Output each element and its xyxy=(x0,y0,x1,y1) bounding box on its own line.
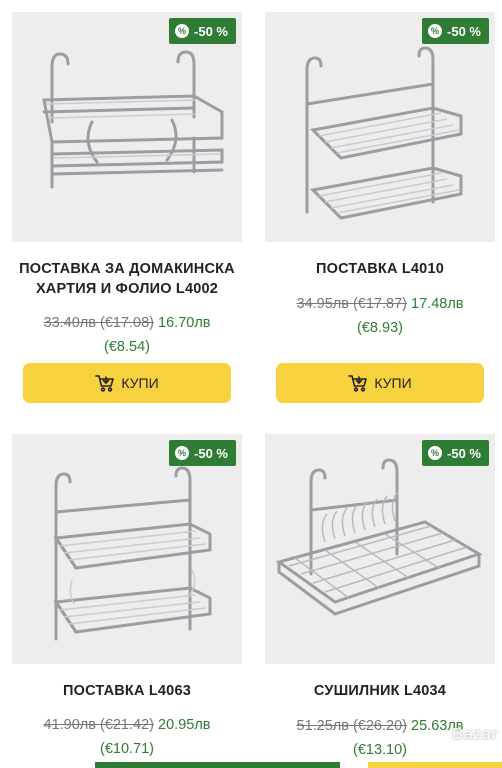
discount-badge: % -50 % xyxy=(422,18,489,44)
price-block: 41.90лв (€21.42) 20.95лв (€10.71) xyxy=(12,714,242,760)
discount-label: -50 % xyxy=(447,23,481,39)
discount-badge: % -50 % xyxy=(422,440,489,466)
product-card: % -50 % ПОСТАВКА L4010 34.95лв (€17.87) … xyxy=(265,12,495,403)
buy-button[interactable]: КУПИ xyxy=(23,363,231,403)
percent-icon: % xyxy=(175,446,190,460)
product-grid: % -50 % ПОСТАВКА ЗА ДОМАКИНСКА ХАРТИЯ И … xyxy=(0,0,502,768)
buy-label: КУПИ xyxy=(374,375,412,391)
product-title[interactable]: СУШИЛНИК L4034 xyxy=(265,681,495,701)
buy-label: КУПИ xyxy=(121,375,159,391)
percent-icon: % xyxy=(428,24,443,38)
product-title[interactable]: ПОСТАВКА L4063 xyxy=(12,681,242,701)
two-tier-rack-image xyxy=(53,466,212,641)
bazar-watermark: Bazar xyxy=(451,726,498,743)
new-price: 20.95лв xyxy=(158,717,211,733)
product-card: % -50 % ПОСТАВКА ЗА ДОМАКИНСКА ХАРТИЯ И … xyxy=(12,12,242,403)
percent-icon: % xyxy=(428,446,443,460)
discount-label: -50 % xyxy=(194,445,228,461)
two-tier-rack-image xyxy=(305,46,463,220)
paper-towel-holder-image xyxy=(42,50,224,189)
discount-badge: % -50 % xyxy=(169,440,236,466)
product-title[interactable]: ПОСТАВКА ЗА ДОМАКИНСКА ХАРТИЯ И ФОЛИО L4… xyxy=(12,259,242,299)
price-block: 34.95лв (€17.87) 17.48лв (€8.93) xyxy=(265,293,495,339)
percent-icon: % xyxy=(175,24,190,38)
product-image[interactable]: % -50 % xyxy=(265,434,495,664)
product-card: % -50 % ПОСТАВКА L4063 41.90лв (€21.42) … xyxy=(12,434,242,760)
eur-price: (€10.71) xyxy=(99,741,154,757)
product-image[interactable]: % -50 % xyxy=(12,12,242,242)
buy-button-edge[interactable] xyxy=(95,762,340,768)
dish-rack-image xyxy=(275,458,483,616)
old-price: 33.40лв (€17.08) xyxy=(43,315,155,331)
buy-button[interactable]: КУПИ xyxy=(276,363,484,403)
new-price: 16.70лв xyxy=(158,315,211,331)
price-block: 33.40лв (€17.08) 16.70лв (€8.54) xyxy=(12,312,242,358)
cart-icon xyxy=(95,375,115,392)
old-price: 51.25лв (€26.20) xyxy=(296,718,408,734)
old-price: 41.90лв (€21.42) xyxy=(43,717,155,733)
old-price: 34.95лв (€17.87) xyxy=(296,296,408,312)
eur-price: (€8.93) xyxy=(357,320,403,336)
product-title[interactable]: ПОСТАВКА L4010 xyxy=(265,259,495,279)
buy-button-edge[interactable] xyxy=(368,762,502,768)
product-image[interactable]: % -50 % xyxy=(12,434,242,664)
eur-price: (€8.54) xyxy=(104,339,150,355)
cart-icon xyxy=(348,375,368,392)
product-image[interactable]: % -50 % xyxy=(265,12,495,242)
discount-label: -50 % xyxy=(447,445,481,461)
new-price: 17.48лв xyxy=(411,296,464,312)
discount-label: -50 % xyxy=(194,23,228,39)
product-card: % -50 % СУШИЛНИК L4034 51.25лв (€26.20) … xyxy=(265,434,495,761)
discount-badge: % -50 % xyxy=(169,18,236,44)
